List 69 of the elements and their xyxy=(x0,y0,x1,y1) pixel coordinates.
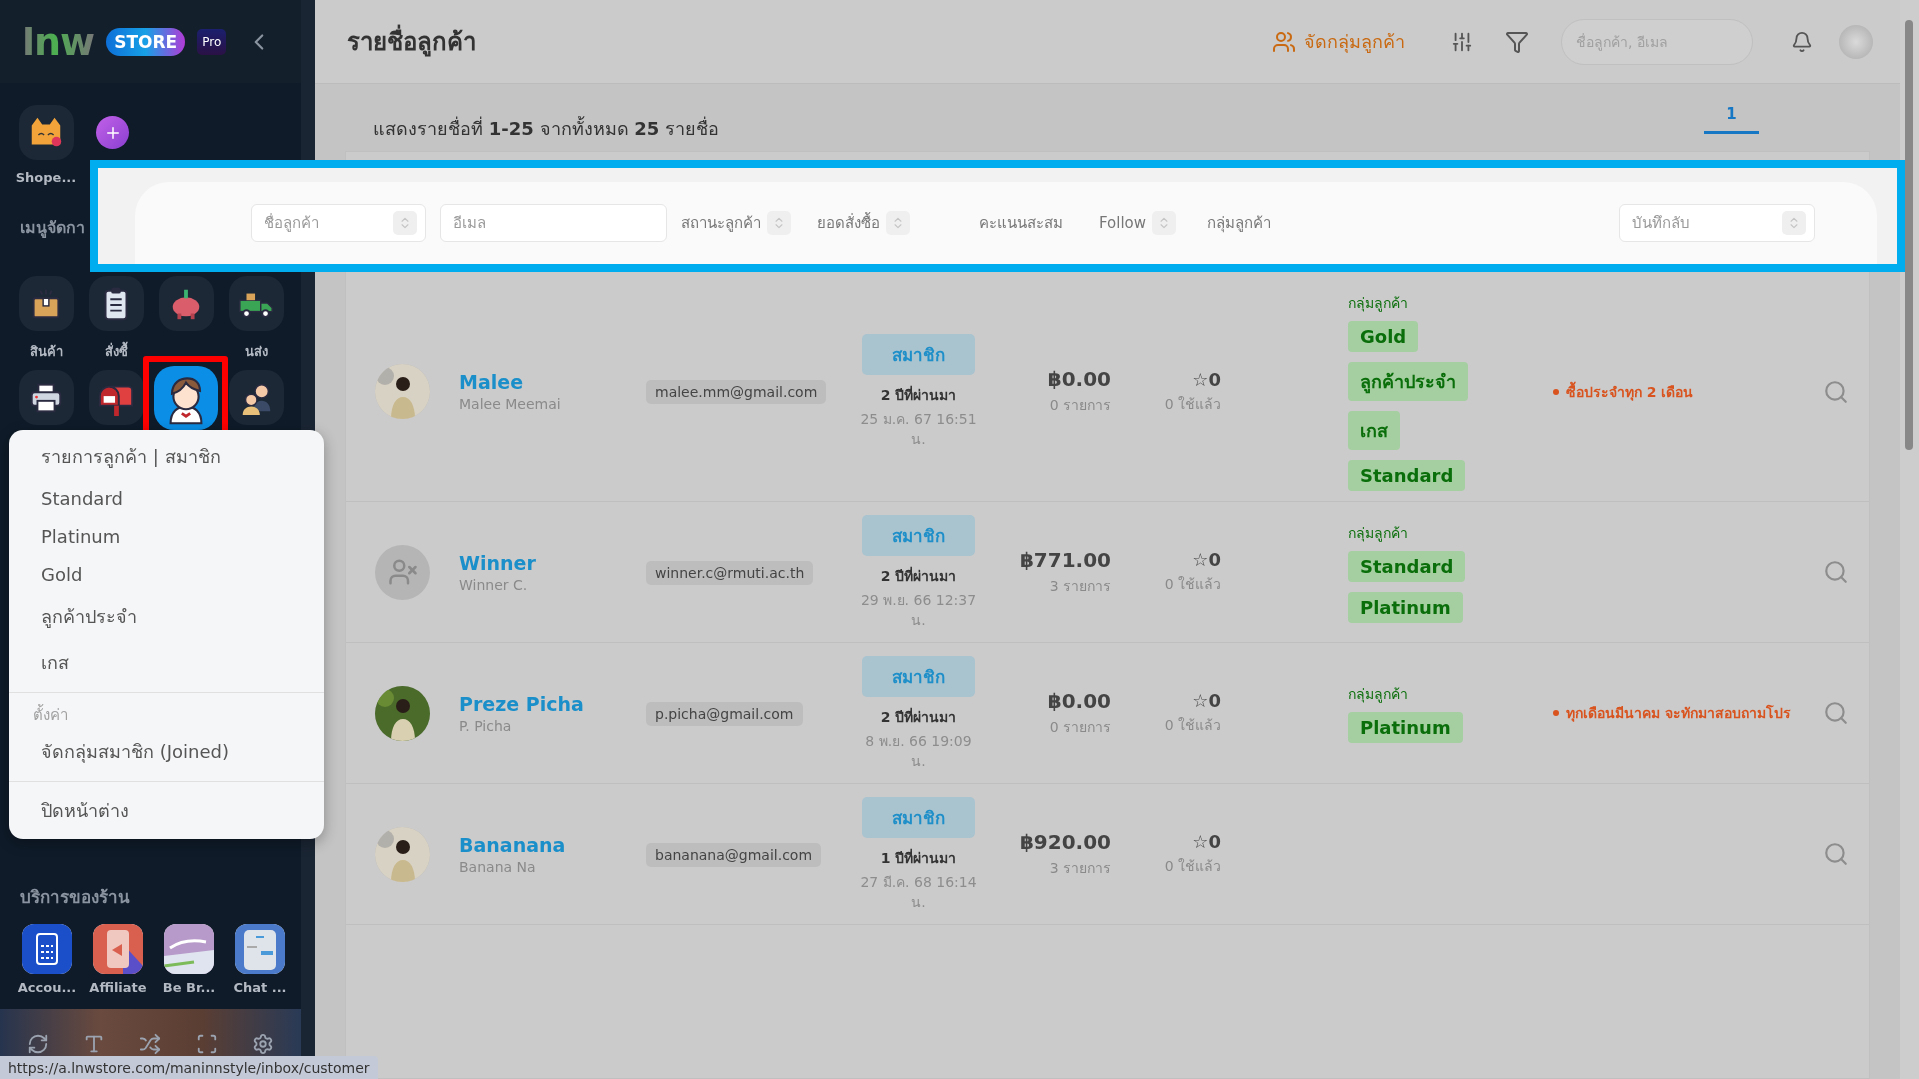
column-label: สถานะลูกค้า xyxy=(681,213,761,234)
section-title: บริการของร้าน xyxy=(19,886,131,909)
joined-date: 29 พ.ย. 66 12:37 น. xyxy=(859,590,978,630)
points-used: 0 ใช้แล้ว xyxy=(1164,716,1221,735)
service-label: Accou... xyxy=(17,980,77,995)
page-title: รายชื่อลูกค้า xyxy=(347,22,476,61)
shop-label: Shope... xyxy=(15,170,77,185)
member-since: 1 ปีที่ผ่านมา xyxy=(880,847,957,868)
email-chip: p.picha@gmail.com xyxy=(646,701,803,726)
group-tag: Standard xyxy=(1348,460,1466,491)
column-label: ยอดสั่งซื้อ xyxy=(817,211,880,234)
menu-section-title: ตั้งค่า xyxy=(32,703,69,726)
menu-label: สั่งซื้ xyxy=(104,341,128,362)
column-label: Follow xyxy=(1099,214,1147,232)
order-amount: ฿0.00 xyxy=(1047,367,1111,391)
customer-username: Banana Na xyxy=(459,858,536,875)
group-label: กลุ่มลูกค้า xyxy=(1348,294,1408,314)
group-label: กลุ่มลูกค้า xyxy=(1348,523,1408,544)
column-label: คะแนนสะสม xyxy=(979,213,1063,234)
points: ☆0 xyxy=(1192,549,1221,570)
status-badge: สมาชิก xyxy=(862,655,975,697)
email-chip: malee.mm@gmail.com xyxy=(646,380,827,404)
group-tag: ลูกค้าประจำ xyxy=(1348,362,1468,401)
order-count: 0 รายการ xyxy=(1049,396,1111,415)
order-amount: ฿920.00 xyxy=(1019,829,1111,854)
joined-date: 27 มี.ค. 68 16:14 น. xyxy=(859,872,978,912)
points-used: 0 ใช้แล้ว xyxy=(1164,575,1221,594)
points: ☆0 xyxy=(1192,368,1221,390)
points: ☆0 xyxy=(1192,831,1221,852)
points: ☆0 xyxy=(1192,690,1221,711)
points-used: 0 ใช้แล้ว xyxy=(1164,394,1221,414)
email-chip: winner.c@rmuti.ac.th xyxy=(646,560,814,585)
menu-label: นส่ง xyxy=(244,343,268,361)
order-amount: ฿0.00 xyxy=(1047,688,1111,713)
group-tag: Gold xyxy=(1348,321,1419,352)
status-badge: สมาชิก xyxy=(862,514,975,556)
group-tag: Platinum xyxy=(1348,712,1463,743)
order-count: 0 รายการ xyxy=(1049,717,1111,737)
status-url: https://a.lnwstore.com/maninnstyle/inbox/customer xyxy=(0,1056,378,1079)
group-label: กลุ่มลูกค้า xyxy=(1348,685,1408,705)
customer-username: Malee Meemai xyxy=(459,396,561,412)
joined-date: 8 พ.ย. 66 19:09 น. xyxy=(864,731,973,771)
order-count: 3 รายการ xyxy=(1049,858,1111,878)
email-chip: bananana@gmail.com xyxy=(646,842,822,867)
store-badge: STORE xyxy=(106,27,186,56)
private-note: ซื้อประจำทุก 2 เดือน xyxy=(1553,380,1823,403)
points-used: 0 ใช้แล้ว xyxy=(1164,857,1221,876)
result-summary: แสดงรายชื่อที่ 1-25 จากทั้งหมด 25 รายชื่อ xyxy=(373,115,720,141)
customer-username: P. Picha xyxy=(459,717,512,734)
status-badge: สมาชิก xyxy=(862,334,975,375)
joined-date: 25 ม.ค. 67 16:51 น. xyxy=(859,410,978,449)
service-label: Affiliate xyxy=(89,980,147,995)
member-since: 2 ปีที่ผ่านมา xyxy=(880,384,957,405)
service-label: Chat ... xyxy=(233,980,287,995)
plan-badge: Pro xyxy=(197,28,227,55)
group-tag: Platinum xyxy=(1348,591,1463,623)
private-note: ทุกเดือนมีนาคม จะทักมาสอบถามโปร xyxy=(1553,702,1823,724)
member-since: 2 ปีที่ผ่านมา xyxy=(880,565,957,586)
order-amount: ฿771.00 xyxy=(1019,547,1111,572)
group-tag: เกส xyxy=(1348,411,1400,450)
group-tag: Standard xyxy=(1348,550,1466,582)
column-label: กลุ่มลูกค้า xyxy=(1207,213,1271,235)
customer-username: Winner C. xyxy=(459,576,528,593)
member-since: 2 ปีที่ผ่านมา xyxy=(880,706,957,727)
menu-label: สินค้า xyxy=(29,343,63,361)
status-badge: สมาชิก xyxy=(862,796,975,838)
order-count: 3 รายการ xyxy=(1049,576,1111,596)
service-label: Be Br... xyxy=(162,980,216,995)
section-title: เมนูจัดกา xyxy=(20,217,85,240)
